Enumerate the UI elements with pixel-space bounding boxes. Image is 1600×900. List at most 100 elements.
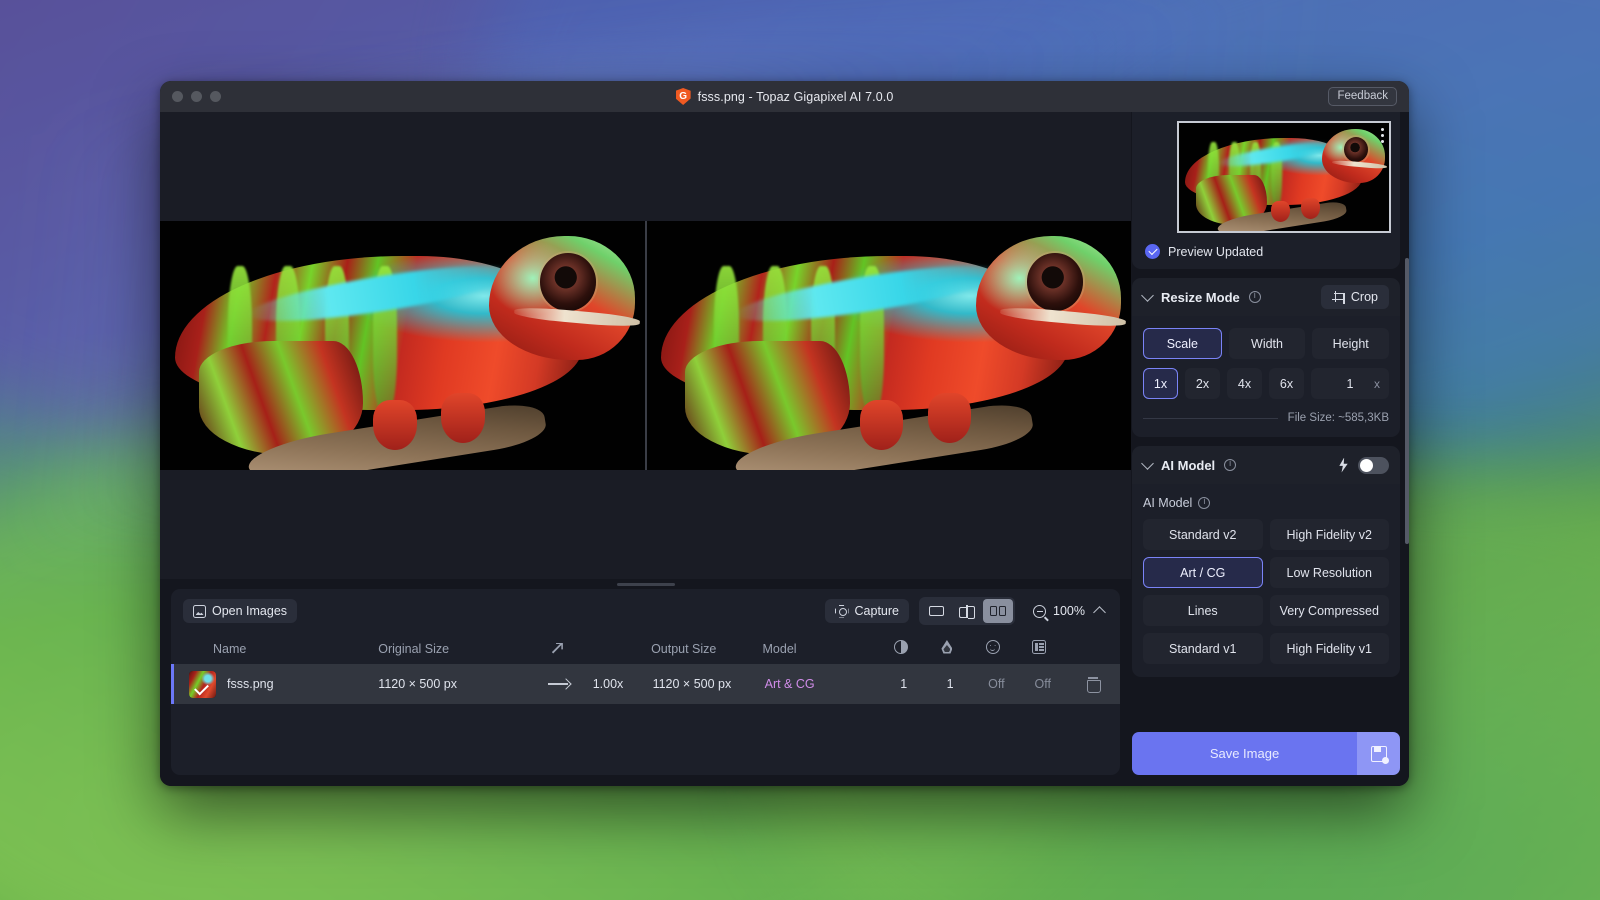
table-header-row: Name Original Size Output Size Model	[171, 633, 1120, 664]
column-header-output-size[interactable]: Output Size	[651, 642, 762, 656]
cell-original-size: 1120 × 500 px	[378, 677, 525, 691]
ai-model-header[interactable]: AI Model	[1132, 446, 1400, 484]
info-icon[interactable]	[1198, 497, 1210, 509]
preview-card: Preview Updated	[1132, 112, 1400, 269]
resize-mode-scale-button[interactable]: Scale	[1143, 328, 1222, 359]
file-table: Name Original Size Output Size Model	[171, 633, 1120, 775]
view-mode-single-button[interactable]	[921, 599, 951, 623]
resize-mode-height-button[interactable]: Height	[1312, 328, 1389, 359]
window-controls	[160, 91, 221, 102]
scale-preset-6x[interactable]: 6x	[1269, 368, 1304, 399]
preview-pane-upscaled[interactable]	[646, 221, 1132, 470]
app-window: G fsss.png - Topaz Gigapixel AI 7.0.0 Fe…	[160, 81, 1409, 786]
scale-preset-4x[interactable]: 4x	[1227, 368, 1262, 399]
column-header-contrast[interactable]	[878, 640, 924, 657]
zoom-magnifier-icon	[1033, 605, 1046, 618]
divider	[1143, 418, 1278, 419]
save-image-button[interactable]: Save Image	[1132, 732, 1357, 775]
column-header-sort-toggle[interactable]	[524, 642, 591, 656]
model-lines[interactable]: Lines	[1143, 595, 1263, 626]
model-standard-v1[interactable]: Standard v1	[1143, 633, 1263, 664]
view-mode-sidebyside-button[interactable]	[983, 599, 1013, 623]
gigapixel-logo-icon: G	[676, 88, 691, 105]
table-row[interactable]: fsss.png 1120 × 500 px 1.00x 1120 × 500 …	[171, 664, 1120, 704]
comparison-panes	[160, 221, 1131, 470]
chevron-down-icon[interactable]	[1141, 289, 1154, 302]
zoom-control[interactable]: 100%	[1025, 604, 1108, 618]
panel-drag-handle[interactable]	[617, 583, 675, 586]
preview-pane-original[interactable]	[160, 221, 646, 470]
resize-mode-width-button[interactable]: Width	[1229, 328, 1306, 359]
model-low-resolution[interactable]: Low Resolution	[1270, 557, 1390, 588]
close-button[interactable]	[172, 91, 183, 102]
check-circle-icon	[1145, 244, 1160, 259]
scale-preset-1x[interactable]: 1x	[1143, 368, 1178, 399]
scale-value-input[interactable]: 1 x	[1311, 368, 1389, 399]
file-size-label: File Size: ~585,3KB	[1288, 412, 1389, 424]
ai-model-field-label-row: AI Model	[1143, 496, 1389, 510]
preview-thumbnail[interactable]	[1177, 121, 1391, 233]
resize-mode-header[interactable]: Resize Mode Crop	[1132, 278, 1400, 316]
crop-icon	[1332, 291, 1345, 304]
ai-model-toggle[interactable]	[1358, 457, 1389, 474]
arrow-right-icon	[548, 679, 570, 689]
single-view-icon	[929, 606, 944, 616]
resize-mode-body: Scale Width Height 1x 2x 4x 6x 1 x	[1132, 316, 1400, 437]
capture-button[interactable]: Capture	[825, 599, 909, 623]
resize-mode-card: Resize Mode Crop Scale Width Height	[1132, 278, 1400, 437]
resize-mode-segmented-control: Scale Width Height	[1143, 328, 1389, 359]
cell-output-size: 1120 × 500 px	[653, 677, 765, 691]
save-as-icon	[1371, 746, 1387, 762]
maximize-button[interactable]	[210, 91, 221, 102]
open-images-button[interactable]: Open Images	[183, 599, 297, 623]
scale-preset-2x[interactable]: 2x	[1185, 368, 1220, 399]
split-view-icon	[959, 606, 975, 617]
capture-label: Capture	[855, 604, 899, 618]
ai-model-title: AI Model	[1161, 458, 1215, 473]
main-column: Open Images Capture	[160, 112, 1131, 786]
model-art-cg[interactable]: Art / CG	[1143, 557, 1263, 588]
column-header-name[interactable]: Name	[171, 642, 378, 656]
column-header-denoise[interactable]	[924, 640, 970, 657]
cell-denoise: 1	[927, 677, 973, 691]
info-icon[interactable]	[1224, 459, 1236, 471]
model-high-fidelity-v1[interactable]: High Fidelity v1	[1270, 633, 1390, 664]
window-title: fsss.png - Topaz Gigapixel AI 7.0.0	[698, 90, 894, 104]
expand-arrows-icon	[551, 642, 565, 656]
save-options-button[interactable]	[1357, 732, 1400, 775]
chevron-up-icon[interactable]	[1093, 606, 1106, 619]
scale-unit-label: x	[1374, 377, 1380, 391]
column-header-color[interactable]	[1016, 640, 1062, 657]
chameleon-preview-image	[1179, 123, 1389, 231]
info-icon[interactable]	[1249, 291, 1261, 303]
delete-row-button[interactable]	[1066, 677, 1120, 691]
crop-button[interactable]: Crop	[1321, 285, 1389, 309]
trash-icon	[1087, 677, 1099, 691]
column-header-original-size[interactable]: Original Size	[378, 642, 524, 656]
model-high-fidelity-v2[interactable]: High Fidelity v2	[1270, 519, 1390, 550]
cell-model[interactable]: Art & CG	[765, 677, 881, 691]
column-header-model[interactable]: Model	[763, 642, 878, 656]
column-header-face-recovery[interactable]	[970, 640, 1016, 657]
preview-status-label: Preview Updated	[1168, 245, 1263, 259]
sidebar-scrollbar[interactable]	[1405, 258, 1409, 544]
preview-status: Preview Updated	[1141, 244, 1391, 259]
zoom-level-label: 100%	[1053, 604, 1085, 618]
panel-resize-row	[160, 579, 1131, 589]
file-panel-toolbar: Open Images Capture	[171, 589, 1120, 633]
title-bar: G fsss.png - Topaz Gigapixel AI 7.0.0 Fe…	[160, 81, 1409, 112]
model-standard-v2[interactable]: Standard v2	[1143, 519, 1263, 550]
model-very-compressed[interactable]: Very Compressed	[1270, 595, 1390, 626]
chevron-down-icon[interactable]	[1141, 457, 1154, 470]
side-by-side-view-icon	[990, 606, 1006, 616]
cell-contrast: 1	[881, 677, 927, 691]
minimize-button[interactable]	[191, 91, 202, 102]
scale-preset-row: 1x 2x 4x 6x 1 x	[1143, 368, 1389, 399]
image-viewer[interactable]	[160, 112, 1131, 579]
feedback-button[interactable]: Feedback	[1328, 87, 1397, 106]
preview-more-options-icon[interactable]	[1381, 128, 1384, 143]
right-sidebar: Preview Updated Resize Mode Crop	[1131, 112, 1409, 786]
view-mode-split-button[interactable]	[952, 599, 982, 623]
smiley-face-icon	[986, 640, 1000, 654]
lightning-bolt-icon[interactable]	[1338, 458, 1349, 473]
